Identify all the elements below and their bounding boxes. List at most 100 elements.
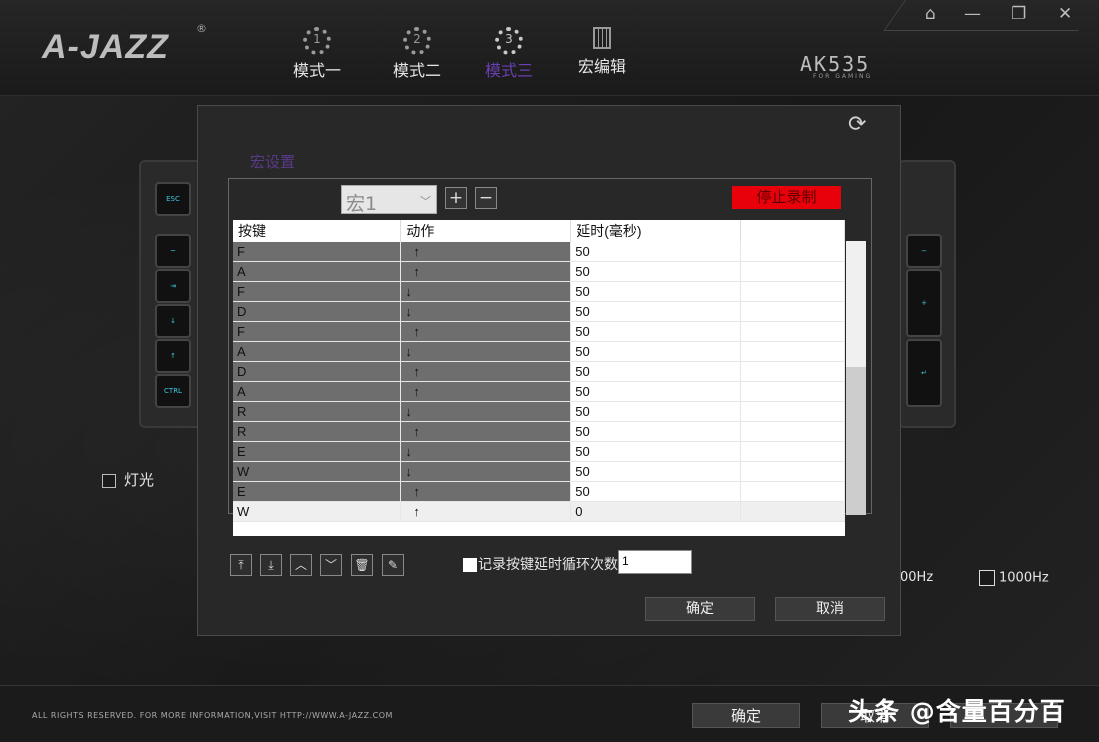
column-header-delay[interactable]: 延时(毫秒) [570,220,742,242]
table-row[interactable]: D ↑ 50 [233,361,845,382]
move-down-icon[interactable]: ﹀ [320,554,342,576]
restore-icon[interactable]: ❐ [1011,4,1026,24]
polling-rate-option[interactable]: 00Hz [900,570,933,585]
key-plus[interactable]: + [906,269,942,337]
key-ctrl[interactable]: CTRL [155,374,191,408]
tab-mode-2[interactable]: 2 模式二 [393,27,441,81]
cell-delay[interactable]: 50 [570,381,742,402]
scrollbar-thumb[interactable] [846,367,866,515]
table-row[interactable]: W ↓ 50 [233,461,845,482]
cell-key[interactable]: E [233,441,402,462]
cell-action[interactable]: ↑ [400,361,572,382]
column-header-action[interactable]: 动作 [400,220,572,242]
cell-action[interactable]: ↓ [400,341,572,362]
column-header-key[interactable]: 按键 [233,220,402,242]
move-up-icon[interactable]: ︿ [290,554,312,576]
stop-recording-button[interactable]: 停止录制 [732,186,841,209]
polling-1000-checkbox[interactable] [979,570,995,586]
cell-key[interactable]: E [233,481,402,502]
refresh-icon[interactable]: ⟳ [848,112,866,137]
table-row[interactable]: E ↑ 50 [233,481,845,502]
cell-action[interactable]: ↑ [400,261,572,282]
cell-action[interactable]: ↑ [400,242,572,262]
cell-key[interactable]: A [233,381,402,402]
key-enter[interactable]: ↵ [906,339,942,407]
key-tilde[interactable]: ~ [155,234,191,268]
cell-action[interactable]: ↑ [400,381,572,402]
cell-delay[interactable]: 50 [570,401,742,422]
table-row[interactable]: A ↑ 50 [233,261,845,282]
tab-mode-3[interactable]: 3 模式三 [485,27,533,81]
move-top-icon[interactable]: ⤒ [230,554,252,576]
tab-mode-1[interactable]: 1 模式一 [293,27,341,81]
cell-delay[interactable]: 0 [570,501,742,522]
cell-delay[interactable]: 50 [570,361,742,382]
footer-ok-button[interactable]: 确定 [692,703,800,728]
cell-delay[interactable]: 50 [570,242,742,262]
clear-icon[interactable]: ✎ [382,554,404,576]
cell-delay[interactable]: 50 [570,461,742,482]
cell-action[interactable]: ↑ [400,501,572,522]
dialog-cancel-button[interactable]: 取消 [775,597,885,621]
dialog-ok-button[interactable]: 确定 [645,597,755,621]
cell-key[interactable]: A [233,261,402,282]
cell-action[interactable]: ↑ [400,481,572,502]
table-row[interactable]: W ↑ 0 [233,501,845,522]
polling-rate-1000[interactable]: 1000Hz [979,570,1049,586]
delete-icon[interactable]: 🗑 [351,554,373,576]
key-tab[interactable]: ⇥ [155,269,191,303]
light-checkbox[interactable] [102,473,116,488]
cell-action[interactable]: ↓ [400,301,572,322]
loop-checkbox[interactable] [463,558,477,572]
cell-delay[interactable]: 50 [570,321,742,342]
cell-key[interactable]: W [233,461,402,482]
loop-record-option[interactable]: 记录按键延时循环次数 [463,554,618,574]
key-minus[interactable]: − [906,234,942,268]
cell-action[interactable]: ↑ [400,321,572,342]
minimize-icon[interactable]: — [964,4,981,24]
cell-key[interactable]: D [233,301,402,322]
cell-key[interactable]: W [233,501,402,522]
tab-macro-editor[interactable]: 宏编辑 [578,27,626,77]
cell-key[interactable]: F [233,321,402,342]
table-row[interactable]: A ↓ 50 [233,341,845,362]
table-row[interactable]: F ↑ 50 [233,321,845,342]
cell-delay[interactable]: 50 [570,481,742,502]
table-row[interactable]: R ↑ 50 [233,421,845,442]
cell-delay[interactable]: 50 [570,301,742,322]
cell-action[interactable]: ↓ [400,401,572,422]
remove-macro-button[interactable]: − [475,187,497,209]
add-macro-button[interactable]: + [445,187,467,209]
table-scrollbar[interactable] [846,241,866,515]
key-shift[interactable]: ↑ [155,339,191,373]
cell-key[interactable]: D [233,361,402,382]
macro-select[interactable]: 宏1 ﹀ [341,185,437,215]
cell-action[interactable]: ↓ [400,281,572,302]
key-esc[interactable]: ESC [155,182,191,216]
table-row[interactable]: F ↓ 50 [233,281,845,302]
cell-action[interactable]: ↓ [400,441,572,462]
key-caps[interactable]: ↓ [155,304,191,338]
light-toggle[interactable]: 灯光 [102,469,154,490]
table-row[interactable]: R ↓ 50 [233,401,845,422]
cell-action[interactable]: ↓ [400,461,572,482]
table-row[interactable]: E ↓ 50 [233,441,845,462]
cell-key[interactable]: A [233,341,402,362]
cell-delay[interactable]: 50 [570,341,742,362]
cell-key[interactable]: R [233,401,402,422]
table-row[interactable]: D ↓ 50 [233,301,845,322]
cell-delay[interactable]: 50 [570,421,742,442]
cell-key[interactable]: R [233,421,402,442]
table-row[interactable]: F ↑ 50 [233,242,845,262]
loop-count-input[interactable]: 1 [618,550,692,574]
cell-delay[interactable]: 50 [570,441,742,462]
cell-key[interactable]: F [233,281,402,302]
cell-action[interactable]: ↑ [400,421,572,442]
close-icon[interactable]: ✕ [1058,4,1072,24]
move-bottom-icon[interactable]: ⤓ [260,554,282,576]
cell-delay[interactable]: 50 [570,261,742,282]
table-row[interactable]: A ↑ 50 [233,381,845,402]
home-icon[interactable]: ⌂ [925,4,936,24]
cell-delay[interactable]: 50 [570,281,742,302]
cell-key[interactable]: F [233,242,402,262]
